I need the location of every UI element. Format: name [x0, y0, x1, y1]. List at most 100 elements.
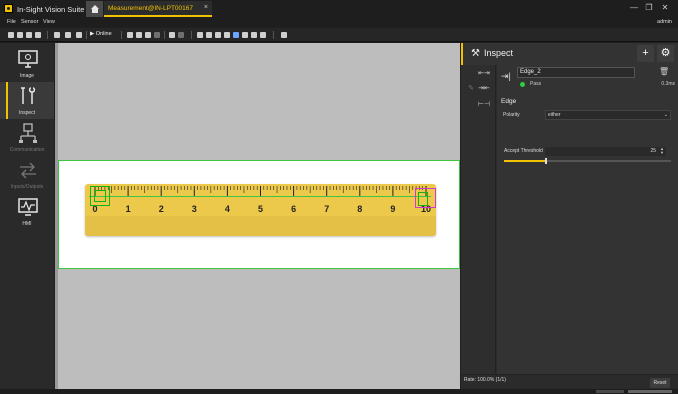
edge-tool-icon[interactable]: ⇤⇥: [477, 69, 491, 81]
menu-sensor[interactable]: Sensor: [21, 19, 38, 25]
threshold-input[interactable]: 25 ▲ ▼: [545, 147, 666, 156]
trigger-icon[interactable]: [65, 32, 71, 38]
nav-item-hmi[interactable]: HMI: [0, 193, 54, 230]
document-tab[interactable]: Measurement@IN-LPT00167 ×: [104, 1, 212, 17]
section-title: Edge: [501, 98, 517, 105]
status-segment: [596, 390, 624, 393]
tools-icon: ⚒: [471, 48, 480, 59]
menu-view[interactable]: View: [43, 19, 55, 25]
ruler-lower-face: [85, 216, 436, 236]
edge-roi-right-inner[interactable]: [418, 192, 428, 206]
close-tab-icon[interactable]: ×: [204, 4, 208, 11]
ruler-number: 8: [357, 204, 362, 214]
toolbar-divider: [164, 31, 165, 39]
hmi-icon: [18, 198, 38, 216]
overlay-icon[interactable]: [251, 32, 257, 38]
save-as-icon[interactable]: [35, 32, 41, 38]
new-icon[interactable]: [8, 32, 14, 38]
nav-item-inspect[interactable]: Inspect: [0, 82, 54, 119]
nav-item-image[interactable]: Image: [0, 45, 54, 82]
menu-file[interactable]: File: [7, 19, 16, 25]
polarity-select[interactable]: either ⌄: [545, 110, 671, 120]
polarity-value: either: [548, 112, 561, 118]
edge-pair-tool-icon[interactable]: ⇥⇤: [477, 84, 491, 96]
user-label[interactable]: admin: [657, 19, 672, 25]
app-title: In-Sight Vision Suite: [17, 5, 85, 14]
image-canvas[interactable]: 0 1 2 3 4 5 6 7 8 9 10: [55, 43, 460, 394]
zoom-in-icon[interactable]: [197, 32, 203, 38]
copy-icon[interactable]: [136, 32, 142, 38]
cut-icon[interactable]: [127, 32, 133, 38]
settings-button[interactable]: ⚙: [657, 45, 674, 62]
grid-icon[interactable]: [281, 32, 287, 38]
ruler-number: 2: [159, 204, 164, 214]
reset-button[interactable]: Reset: [650, 378, 670, 388]
image-icon[interactable]: [260, 32, 266, 38]
tool-name-field[interactable]: Edge_2: [517, 67, 635, 78]
status-bar: [0, 389, 678, 394]
zoom-fill-icon[interactable]: [233, 32, 239, 38]
panel-title: Inspect: [484, 48, 514, 58]
close-button[interactable]: ✕: [659, 3, 671, 12]
title-bar: In-Sight Vision Suite Measurement@IN-LPT…: [0, 0, 678, 18]
toolbar-divider: [273, 31, 274, 39]
save-icon[interactable]: [26, 32, 32, 38]
paste-icon[interactable]: [145, 32, 151, 38]
pass-status-icon: [520, 82, 525, 87]
menu-bar: File Sensor View admin: [0, 18, 678, 27]
edge-baseline: [89, 196, 431, 197]
io-icon: [20, 162, 36, 179]
polarity-label: Polarity: [503, 112, 520, 118]
nav-label: Inspect: [18, 110, 36, 116]
inspect-header: ⚒ Inspect + ⚙: [461, 43, 678, 65]
pen-icon[interactable]: ✎: [464, 84, 478, 96]
edge-roi-left-inner[interactable]: [94, 190, 106, 202]
ruler-number: 1: [126, 204, 131, 214]
monitor-icon: [18, 50, 38, 68]
toolbar-divider: [121, 31, 122, 39]
nav-item-inputs-outputs[interactable]: Inputs/Outputs: [0, 156, 54, 193]
slider-fill: [504, 160, 546, 162]
camera-icon[interactable]: [54, 32, 60, 38]
ruler-number: 9: [390, 204, 395, 214]
live-video-icon[interactable]: [76, 32, 82, 38]
status-segment: [628, 390, 672, 393]
trash-icon[interactable]: 🗑: [659, 67, 669, 76]
online-toggle[interactable]: ▶ Online: [90, 31, 112, 37]
tools-icon: [21, 87, 36, 104]
graphics-icon[interactable]: [242, 32, 248, 38]
zoom-100-icon[interactable]: [224, 32, 230, 38]
threshold-value: 25: [650, 148, 656, 154]
ruler: 0 1 2 3 4 5 6 7 8 9 10: [85, 184, 436, 236]
inspect-panel: ⚒ Inspect + ⚙ ⇤⇥ ✎ ⇥⇤ ⊢⊣ ⇥| Edge_2 🗑 Pas…: [461, 43, 678, 394]
nav-label: Image: [20, 73, 34, 79]
delete-icon[interactable]: [154, 32, 160, 38]
network-icon: [19, 123, 37, 143]
acquired-image[interactable]: 0 1 2 3 4 5 6 7 8 9 10: [58, 160, 460, 269]
left-nav: Image Inspect Communication Inputs/Outpu…: [0, 43, 54, 394]
document-tab-label: Measurement@IN-LPT00167: [108, 5, 193, 12]
restore-button[interactable]: ❐: [643, 3, 655, 12]
slider-thumb[interactable]: [544, 158, 547, 164]
nav-label: HMI: [22, 221, 32, 227]
home-tab[interactable]: [86, 1, 103, 17]
zoom-out-icon[interactable]: [206, 32, 212, 38]
caliper-tool-icon[interactable]: ⊢⊣: [477, 100, 491, 112]
minimize-button[interactable]: —: [628, 3, 640, 12]
ruler-number: 5: [258, 204, 263, 214]
ruler-scale: 0 1 2 3 4 5 6 7 8 9 10: [92, 186, 431, 214]
open-icon[interactable]: [17, 32, 23, 38]
undo-icon[interactable]: [169, 32, 175, 38]
nav-label: Communication: [9, 147, 45, 153]
app-logo-icon: [4, 4, 13, 13]
tool-properties: ⇥| Edge_2 🗑 Pass 0.3ms Edge Polarity eit…: [497, 65, 678, 374]
execution-time: 0.3ms: [661, 81, 675, 87]
redo-icon[interactable]: [178, 32, 184, 38]
zoom-fit-icon[interactable]: [215, 32, 221, 38]
accept-threshold-row: Accept Threshold 25 ▲ ▼: [501, 147, 675, 156]
spinner-icon[interactable]: ▲ ▼: [660, 147, 664, 155]
status-text: Pass: [530, 81, 542, 87]
add-tool-button[interactable]: +: [637, 45, 654, 62]
threshold-slider[interactable]: [504, 158, 671, 164]
nav-item-communication[interactable]: Communication: [0, 119, 54, 156]
